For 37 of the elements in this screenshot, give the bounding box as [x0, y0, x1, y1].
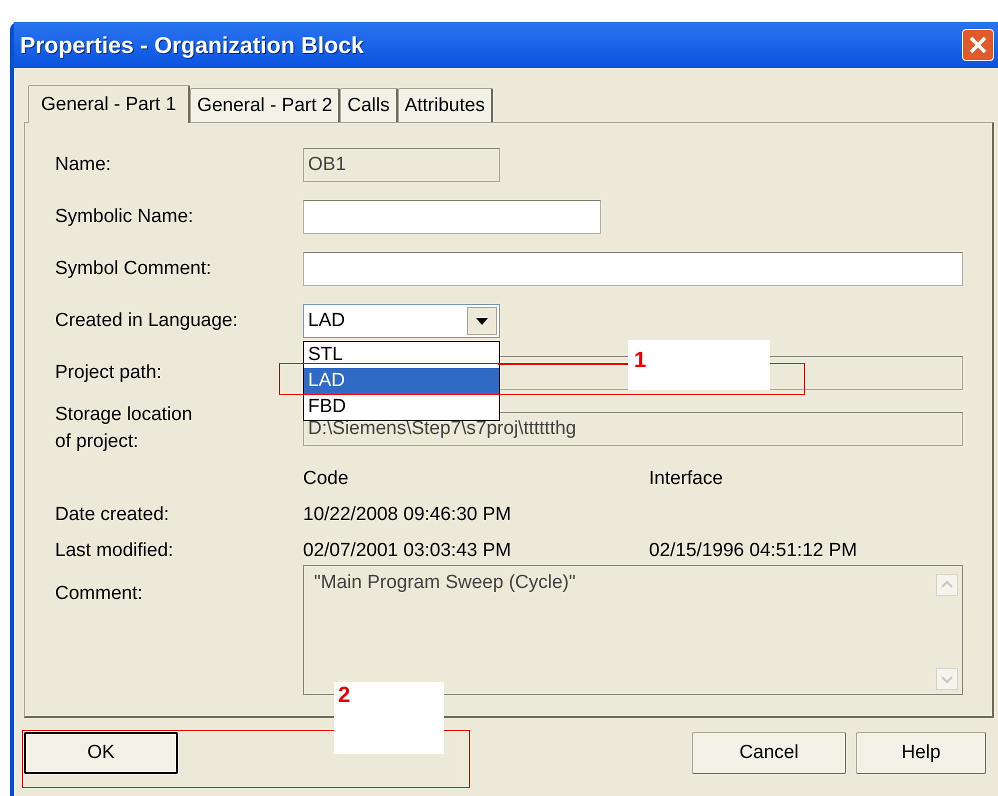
- scroll-up-icon: [936, 574, 958, 596]
- field-label: Storage location of project:: [55, 403, 194, 454]
- tab[interactable]: General - Part 2: [190, 88, 340, 122]
- field-label: Project path:: [55, 360, 163, 385]
- field-label: Symbolic Name:: [55, 204, 194, 229]
- column-header: Code: [303, 468, 350, 490]
- close-button[interactable]: [962, 29, 994, 61]
- dropdown-option[interactable]: STL: [304, 342, 499, 368]
- dialog-button[interactable]: Help: [856, 732, 986, 774]
- readonly-field: D:\Siemens\Step7\s7proj\tttttthg: [303, 412, 963, 446]
- tab[interactable]: Calls: [340, 88, 398, 122]
- window-title: Properties - Organization Block: [20, 32, 364, 58]
- date-value: 02/15/1996 04:51:12 PM: [649, 540, 858, 562]
- dialog-button[interactable]: Cancel: [692, 732, 846, 774]
- dropdown-button[interactable]: [467, 307, 497, 335]
- input-field[interactable]: [303, 200, 601, 234]
- tab[interactable]: General - Part 1: [28, 85, 190, 123]
- scroll-down-icon: [936, 668, 958, 690]
- readonly-field: OB1: [303, 148, 500, 182]
- field-label: Last modified:: [55, 538, 174, 563]
- dropdown-option[interactable]: LAD: [304, 368, 499, 394]
- annotation-label: 2: [334, 682, 444, 754]
- date-value: 02/07/2001 03:03:43 PM: [303, 540, 512, 562]
- caret-icon: [476, 318, 488, 324]
- dialog-button[interactable]: OK: [24, 732, 178, 774]
- date-value: 10/22/2008 09:46:30 PM: [303, 504, 512, 526]
- field-label: Created in Language:: [55, 308, 239, 333]
- input-field[interactable]: [303, 252, 963, 286]
- field-label: Date created:: [55, 502, 170, 527]
- annotation-label: 1: [628, 340, 770, 390]
- column-header: Interface: [649, 468, 723, 490]
- field-label: Name:: [55, 152, 112, 177]
- tab[interactable]: Attributes: [398, 88, 493, 122]
- field-label: Comment:: [55, 582, 144, 606]
- language-dropdown[interactable]: LAD: [303, 304, 500, 338]
- close-icon: [967, 34, 989, 56]
- field-label: Symbol Comment:: [55, 256, 212, 281]
